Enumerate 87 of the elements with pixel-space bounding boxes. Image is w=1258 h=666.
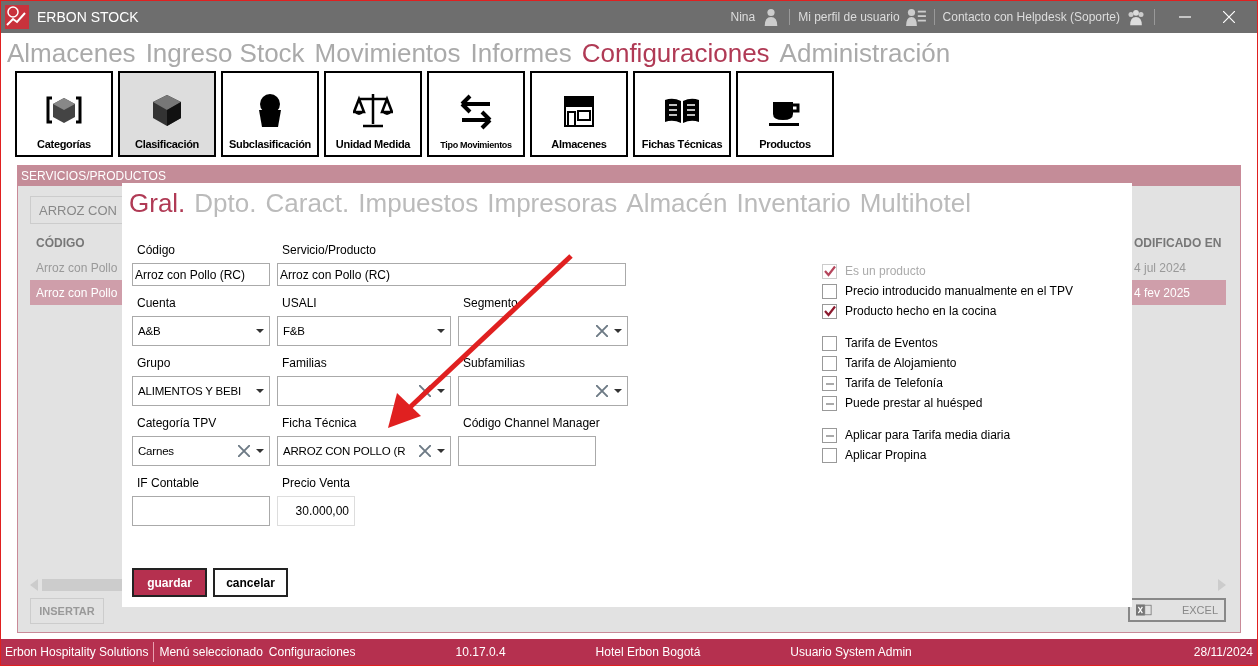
toolbar-button[interactable]: Productos (736, 71, 834, 157)
checkbox[interactable] (822, 447, 837, 463)
dropdown-field[interactable] (277, 376, 451, 406)
text-field[interactable] (458, 436, 596, 466)
checkbox[interactable] (822, 303, 837, 319)
checkbox-label: Producto hecho en la cocina (845, 304, 997, 318)
clear-icon[interactable] (596, 385, 608, 397)
dropdown-caret-icon[interactable] (256, 389, 264, 393)
window-title: ERBON STOCK (37, 9, 139, 25)
dropdown-field[interactable]: Carnes (132, 436, 270, 466)
checkbox[interactable] (822, 355, 837, 371)
toolbar-button[interactable]: Clasificación (118, 71, 216, 157)
checkbox[interactable] (822, 375, 837, 391)
menu-item[interactable]: Configuraciones (581, 37, 770, 71)
field-label: Precio Venta (281, 475, 352, 492)
dropdown-field[interactable] (458, 316, 628, 346)
toolbar-button[interactable]: Almacenes (530, 71, 628, 157)
checkbox-label: Tarifa de Eventos (845, 336, 938, 350)
field-label: Familias (281, 355, 328, 372)
dropdown-caret-icon[interactable] (437, 389, 445, 393)
panel-title: SERVICIOS/PRODUCTOS (18, 166, 1240, 186)
cancel-button[interactable]: cancelar (213, 568, 288, 597)
dropdown-caret-icon[interactable] (256, 449, 264, 453)
checkbox-label: Es un producto (845, 264, 926, 278)
toolbar-button[interactable]: Fichas Técnicas (633, 71, 731, 157)
clear-icon[interactable] (596, 325, 608, 337)
text-field[interactable] (132, 496, 270, 526)
dropdown-field[interactable]: A&B (132, 316, 270, 346)
field-label: Ficha Técnica (281, 415, 358, 432)
dropdown-field[interactable]: ARROZ CON POLLO (R (277, 436, 451, 466)
checkbox[interactable] (822, 427, 837, 443)
clear-icon[interactable] (419, 385, 431, 397)
dropdown-field[interactable] (458, 376, 628, 406)
checkbox-label: Tarifa de Alojamiento (845, 356, 957, 370)
dropdown-caret-icon[interactable] (256, 329, 264, 333)
column-header: CÓDIGO (36, 235, 85, 250)
column-header: ODIFICADO EN (1134, 235, 1223, 250)
field-label: Segmento (462, 295, 519, 312)
checkbox[interactable] (822, 335, 837, 351)
hotel-name: Hotel Erbon Bogotá (595, 645, 701, 659)
toolbar-button[interactable]: Tipo Movimientos (427, 71, 525, 157)
dropdown-caret-icon[interactable] (614, 329, 622, 333)
checkbox[interactable] (822, 283, 837, 299)
company-name: Erbon Hospitality Solutions (5, 645, 149, 659)
menu-label: Menú seleccionado (159, 645, 263, 659)
user-name: Nina (730, 10, 756, 24)
checkbox-label: Precio introducido manualmente en el TPV (845, 284, 1073, 298)
dropdown-field[interactable]: ALIMENTOS Y BEBI (132, 376, 270, 406)
people-icon (1126, 8, 1146, 26)
chart-logo-icon (5, 5, 29, 29)
table-cell-text: 4 fev 2025 (1134, 285, 1192, 300)
checkbox-label: Tarifa de Telefonía (845, 376, 943, 390)
text-field[interactable]: Arroz con Pollo (RC) (277, 263, 626, 286)
helpdesk-link[interactable]: Contacto con Helpdesk (Soporte) (942, 10, 1120, 24)
table-cell: Arroz con Pollo (36, 285, 118, 300)
person-list-icon (905, 8, 926, 26)
spreadsheet-icon (1136, 602, 1152, 618)
toolbar-button[interactable]: Subclasificación (221, 71, 319, 157)
dropdown-caret-icon[interactable] (437, 449, 445, 453)
field-label: Cuenta (136, 295, 177, 312)
close-icon (1223, 11, 1235, 23)
field-label: IF Contable (136, 475, 201, 492)
checkbox-label: Aplicar Propina (845, 448, 927, 462)
text-field[interactable]: Arroz con Pollo (RC) (132, 263, 270, 286)
checkbox-label: Aplicar para Tarifa media diaria (845, 428, 1011, 442)
checkbox[interactable] (822, 395, 837, 411)
field-label: USALI (281, 295, 318, 312)
checkbox-label: Puede prestar al huésped (845, 396, 983, 410)
toolbar-button[interactable]: Categorías (15, 71, 113, 157)
profile-link[interactable]: Mi perfil de usuario (798, 10, 900, 24)
field-label: Código (136, 242, 177, 259)
clear-icon[interactable] (419, 445, 431, 457)
save-button[interactable]: guardar (132, 568, 207, 597)
date-text: 28/11/2024 (1193, 645, 1253, 659)
user-text: Usuario System Admin (790, 645, 912, 659)
clear-icon[interactable] (238, 445, 250, 457)
dropdown-field[interactable]: F&B (277, 316, 451, 346)
dropdown-caret-icon[interactable] (437, 329, 445, 333)
version-text: 10.17.0.4 (455, 645, 506, 659)
field-label: Categoría TPV (136, 415, 218, 432)
price-field[interactable]: 30.000,00 (277, 496, 355, 526)
toolbar-button[interactable]: Unidad Medida (324, 71, 422, 157)
field-label: Grupo (136, 355, 172, 372)
menu-value: Configuraciones (268, 645, 356, 659)
field-label: Subfamilias (462, 355, 527, 372)
dropdown-caret-icon[interactable] (614, 389, 622, 393)
field-label: Servicio/Producto (281, 242, 378, 259)
